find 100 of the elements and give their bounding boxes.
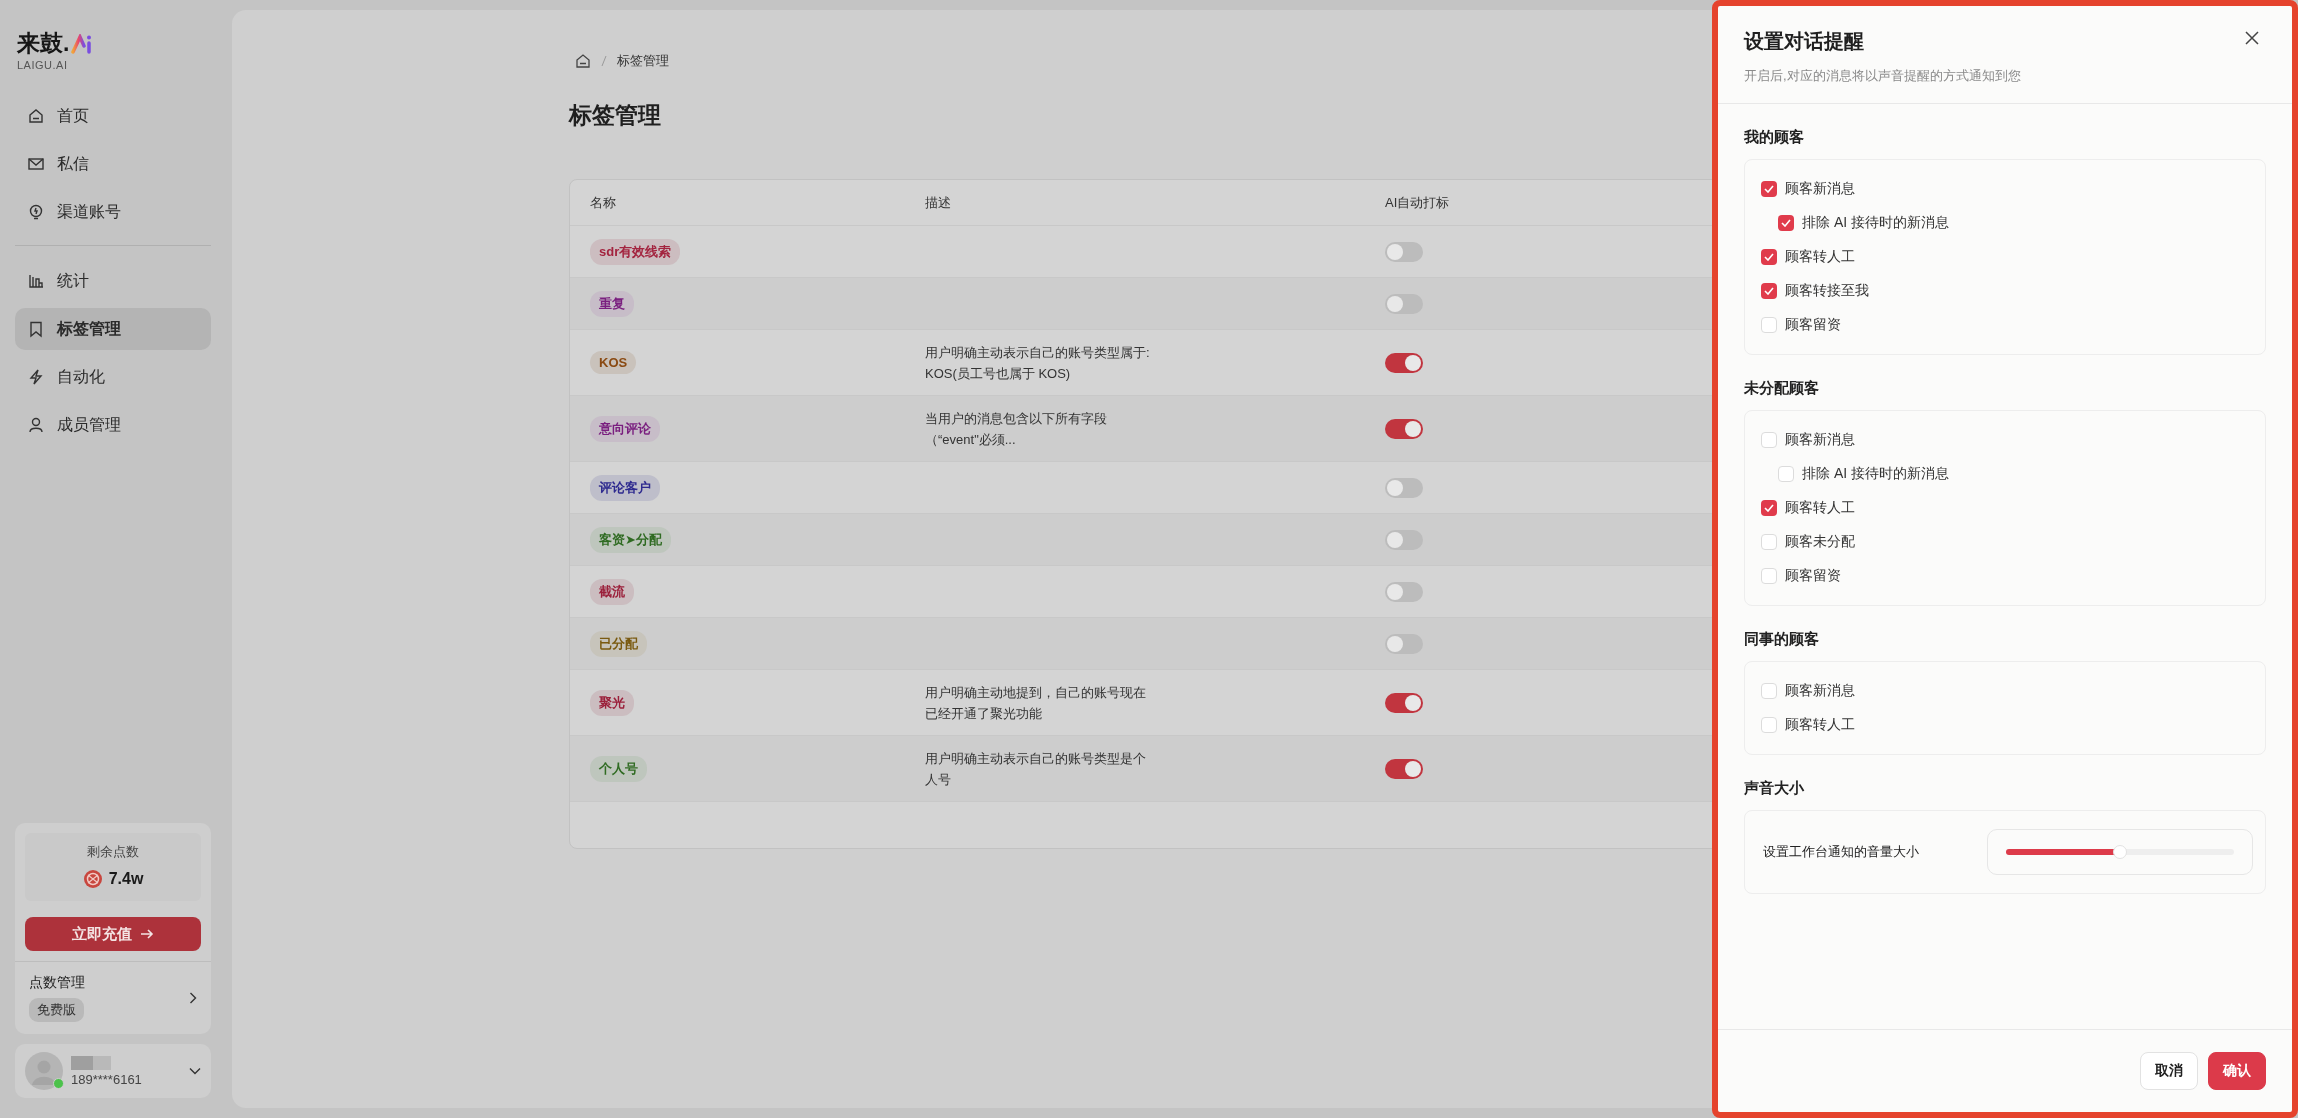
confirm-button[interactable]: 确认 — [2208, 1052, 2266, 1090]
checkbox[interactable] — [1761, 717, 1777, 733]
checkbox[interactable] — [1761, 181, 1777, 197]
checkbox-option[interactable]: 顾客转人工 — [1761, 240, 2249, 274]
checkbox-option[interactable]: 排除 AI 接待时的新消息 — [1761, 206, 2249, 240]
redacted-name-block — [71, 1055, 111, 1070]
user-card[interactable]: 189****6161 — [15, 1044, 211, 1098]
close-icon[interactable] — [2244, 30, 2260, 46]
home-icon[interactable] — [575, 53, 591, 69]
nav-item[interactable]: 标签管理 — [15, 308, 211, 350]
tag-label: 聚光 — [590, 689, 634, 716]
nav-item[interactable]: 统计 — [15, 260, 211, 302]
logo-subtitle: LAIGU.AI — [17, 59, 69, 71]
checkmark-icon — [1764, 185, 1774, 193]
checkbox[interactable] — [1778, 215, 1794, 231]
arrow-right-icon — [140, 928, 154, 940]
points-value: 7.4w — [108, 870, 144, 888]
checkbox[interactable] — [1761, 249, 1777, 265]
chevron-right-icon — [189, 992, 197, 1004]
volume-label: 设置工作台通知的音量大小 — [1763, 843, 1919, 861]
tag-label: sdr有效线索 — [590, 238, 681, 265]
checkbox-option[interactable]: 顾客新消息 — [1761, 674, 2249, 708]
tag-label: KOS — [590, 351, 637, 374]
ai-tagging-toggle[interactable] — [1385, 418, 1423, 439]
checkbox[interactable] — [1761, 317, 1777, 333]
tag-label: 个人号 — [590, 755, 647, 782]
checkbox-option[interactable]: 顾客新消息 — [1761, 172, 2249, 206]
checkbox-option[interactable]: 顾客留资 — [1761, 308, 2249, 342]
checkbox-option[interactable]: 顾客转人工 — [1761, 491, 2249, 525]
tag-label: 重复 — [590, 290, 634, 317]
checkbox-option[interactable]: 顾客转接至我 — [1761, 274, 2249, 308]
online-status-dot — [53, 1078, 64, 1089]
nav-item[interactable]: 渠道账号 — [15, 191, 211, 233]
recharge-button[interactable]: 立即充值 — [25, 917, 201, 951]
nav-item[interactable]: 成员管理 — [15, 404, 211, 446]
column-header: AI自动打标 — [1385, 193, 1450, 212]
checkmark-icon — [1764, 504, 1774, 512]
checkbox[interactable] — [1778, 466, 1794, 482]
checkbox-option[interactable]: 顾客转人工 — [1761, 708, 2249, 742]
checkbox[interactable] — [1761, 500, 1777, 516]
ai-tagging-toggle[interactable] — [1385, 241, 1423, 262]
ai-tagging-toggle[interactable] — [1385, 477, 1423, 498]
plan-badge: 免费版 — [29, 998, 84, 1022]
checkmark-icon — [1764, 287, 1774, 295]
points-management-row[interactable]: 点数管理 免费版 — [15, 961, 211, 1024]
ai-tagging-toggle[interactable] — [1385, 758, 1423, 779]
page-title: 标签管理 — [569, 101, 662, 130]
nav-item[interactable]: 首页 — [15, 95, 211, 137]
checkbox-option[interactable]: 顾客留资 — [1761, 559, 2249, 593]
description-cell-text: 当用户的消息包含以下所有字段（“event"必须... — [925, 409, 1108, 449]
checkbox[interactable] — [1761, 568, 1777, 584]
description-cell-text: 用户明确主动地提到，自己的账号现在已经开通了聚光功能 — [925, 683, 1147, 723]
breadcrumb-separator-icon — [601, 55, 607, 67]
user-icon — [27, 416, 45, 434]
description-cell-text: 用户明确主动表示自己的账号类型属于: KOS(员工号也属于 KOS) — [925, 343, 1151, 383]
chevron-down-icon — [189, 1067, 201, 1075]
ai-tagging-toggle[interactable] — [1385, 352, 1423, 373]
slider-thumb[interactable] — [2113, 845, 2127, 859]
ai-tagging-toggle[interactable] — [1385, 293, 1423, 314]
checkbox-option[interactable]: 排除 AI 接待时的新消息 — [1761, 457, 2249, 491]
ai-tagging-toggle[interactable] — [1385, 692, 1423, 713]
checkbox-option[interactable]: 顾客新消息 — [1761, 423, 2249, 457]
lightbulb-icon — [27, 203, 45, 221]
section-title: 我的顾客 — [1744, 128, 1805, 147]
avatar — [25, 1052, 63, 1090]
mail-icon — [27, 155, 45, 173]
tag-label: 意向评论 — [590, 415, 660, 442]
checkbox[interactable] — [1761, 432, 1777, 448]
points-label: 剩余点数 — [87, 843, 139, 861]
bar-chart-icon — [27, 272, 45, 290]
section-title: 声音大小 — [1744, 779, 1805, 798]
nav-item[interactable]: 私信 — [15, 143, 211, 185]
user-phone: 189****6161 — [71, 1071, 143, 1087]
cancel-button[interactable]: 取消 — [2140, 1052, 2198, 1090]
checkbox[interactable] — [1761, 283, 1777, 299]
checkmark-icon — [1781, 219, 1791, 227]
column-header: 描述 — [925, 193, 951, 212]
description-cell-text: 用户明确主动表示自己的账号类型是个人号 — [925, 749, 1147, 789]
checkbox[interactable] — [1761, 683, 1777, 699]
checkmark-icon — [1764, 253, 1774, 261]
breadcrumb-current: 标签管理 — [617, 52, 669, 70]
bookmark-icon — [27, 320, 45, 338]
home-icon — [27, 107, 45, 125]
drawer-title: 设置对话提醒 — [1744, 29, 1864, 54]
tag-label: 评论客户 — [590, 474, 660, 501]
tag-label: 截流 — [590, 578, 634, 605]
lightning-icon — [27, 368, 45, 386]
logo-text: 来鼓. — [17, 29, 70, 58]
volume-slider[interactable] — [1987, 829, 2253, 875]
column-header: 名称 — [590, 193, 616, 212]
ai-tagging-toggle[interactable] — [1385, 633, 1423, 654]
nav-item[interactable]: 自动化 — [15, 356, 211, 398]
drawer-subtitle: 开启后,对应的消息将以声音提醒的方式通知到您 — [1744, 67, 2021, 85]
ai-tagging-toggle[interactable] — [1385, 581, 1423, 602]
checkbox-option[interactable]: 顾客未分配 — [1761, 525, 2249, 559]
ai-tagging-toggle[interactable] — [1385, 529, 1423, 550]
checkbox[interactable] — [1761, 534, 1777, 550]
tag-label: 客资➤分配 — [590, 526, 671, 553]
section-title: 未分配顾客 — [1744, 379, 1820, 398]
logo-mark-icon — [71, 33, 94, 54]
